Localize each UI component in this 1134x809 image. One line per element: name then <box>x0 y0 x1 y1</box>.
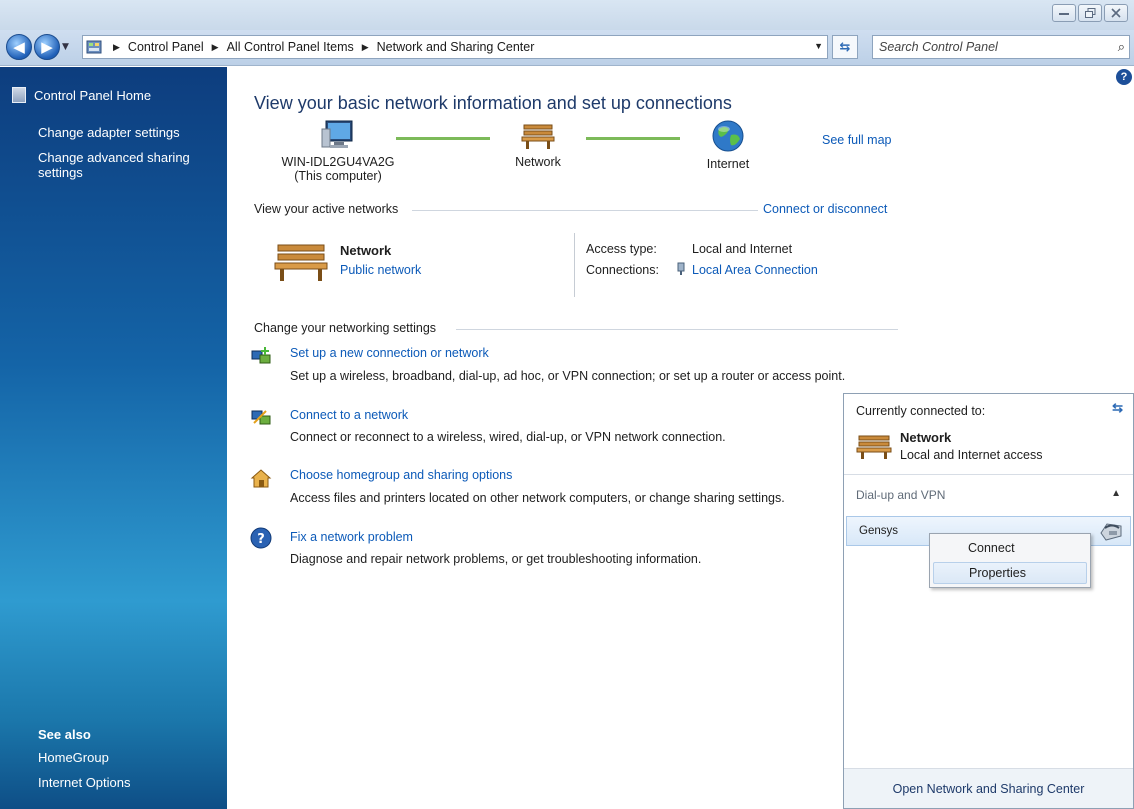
change-adapter-settings-link[interactable]: Change adapter settings <box>38 125 218 140</box>
sidebar: Control Panel Home Change adapter settin… <box>0 67 227 809</box>
back-button[interactable]: ◀ <box>6 34 32 60</box>
flyout-network-status: Local and Internet access <box>900 448 1043 462</box>
svg-text:?: ? <box>257 532 265 547</box>
map-internet-label: Internet <box>706 157 750 171</box>
connections-label: Connections: <box>586 263 659 277</box>
fix-network-problem-desc: Diagnose and repair network problems, or… <box>290 552 702 566</box>
homegroup-link[interactable]: HomeGroup <box>38 750 109 765</box>
access-type-value: Local and Internet <box>692 242 793 256</box>
map-internet: Internet <box>688 119 768 171</box>
address-bar[interactable]: ▶ Control Panel ▶ All Control Panel Item… <box>82 35 828 59</box>
minimize-icon <box>1059 13 1069 15</box>
ethernet-icon <box>677 262 685 275</box>
homegroup-sharing-link[interactable]: Choose homegroup and sharing options <box>290 468 512 482</box>
settings-heading: Change your networking settings <box>254 321 437 335</box>
connect-menu-item[interactable]: Connect <box>933 537 1087 559</box>
computer-icon <box>321 120 353 148</box>
back-arrow-icon: ◀ <box>13 38 25 56</box>
bench-icon <box>521 124 555 149</box>
access-type-label: Access type: <box>586 242 657 256</box>
breadcrumb-separator-icon[interactable]: ▶ <box>113 42 120 53</box>
control-panel-home-link[interactable]: Control Panel Home <box>12 87 151 103</box>
computer-name: WIN-IDL2GU4VA2G <box>281 155 395 169</box>
title-bar <box>0 0 1134 30</box>
map-computer: WIN-IDL2GU4VA2G (This computer) <box>258 119 418 183</box>
connect-to-network-link[interactable]: Connect to a network <box>290 408 408 422</box>
breadcrumb-network-sharing[interactable]: Network and Sharing Center <box>377 40 535 54</box>
refresh-button[interactable]: ⇆ <box>832 35 858 59</box>
see-full-map-link[interactable]: See full map <box>822 133 891 147</box>
fix-network-problem-link[interactable]: Fix a network problem <box>290 530 413 544</box>
window-controls <box>1052 4 1128 22</box>
homegroup-icon <box>250 469 272 488</box>
dialup-vpn-section[interactable]: Dial-up and VPN <box>856 488 945 502</box>
flyout-network-name: Network <box>900 430 952 445</box>
map-link-line <box>586 137 680 140</box>
control-panel-home-icon <box>12 87 26 103</box>
breadcrumb-control-panel[interactable]: Control Panel <box>128 40 204 54</box>
map-network-label: Network <box>515 155 561 169</box>
help-question-icon: ? <box>250 527 272 549</box>
active-networks-heading: View your active networks <box>254 202 399 216</box>
restore-icon <box>1084 8 1095 18</box>
network-type-link[interactable]: Public network <box>340 263 421 277</box>
change-advanced-sharing-link[interactable]: Change advanced sharing settings <box>38 150 218 180</box>
forward-button[interactable]: ▶ <box>34 34 60 60</box>
gensys-connection-name: Gensys <box>859 525 898 537</box>
dialup-modem-icon <box>1100 523 1122 541</box>
active-network-name: Network <box>340 243 392 258</box>
setup-new-connection-desc: Set up a wireless, broadband, dial-up, a… <box>290 369 846 383</box>
flyout-divider <box>844 474 1133 475</box>
search-input[interactable]: Search Control Panel ⌕ <box>872 35 1130 59</box>
context-menu: Connect Properties <box>929 533 1091 588</box>
connect-to-network-desc: Connect or reconnect to a wireless, wire… <box>290 430 726 444</box>
maximize-button[interactable] <box>1078 4 1102 22</box>
flyout-bench-icon <box>856 435 892 459</box>
page-title: View your basic network information and … <box>254 93 732 113</box>
section-divider <box>456 329 898 330</box>
see-also-heading: See also <box>38 727 91 742</box>
flyout-heading: Currently connected to: <box>856 404 986 418</box>
address-dropdown-icon[interactable]: ▼ <box>814 41 823 51</box>
connect-network-icon <box>251 410 271 425</box>
connect-or-disconnect-link[interactable]: Connect or disconnect <box>763 202 887 216</box>
local-area-connection-link[interactable]: Local Area Connection <box>692 263 818 277</box>
breadcrumb-all-items[interactable]: All Control Panel Items <box>227 40 354 54</box>
section-divider <box>412 210 758 211</box>
recent-pages-dropdown[interactable]: ▼ <box>62 42 69 52</box>
control-panel-icon <box>83 36 105 58</box>
chevron-up-icon[interactable]: ▲ <box>1111 488 1121 499</box>
close-icon <box>1111 8 1121 18</box>
refresh-icon: ⇆ <box>839 39 851 55</box>
navigation-bar: ◀ ▶ ▼ ▶ Control Panel ▶ All Control Pane… <box>0 30 1134 66</box>
forward-arrow-icon: ▶ <box>41 38 53 56</box>
flyout-refresh-icon[interactable]: ⇆ <box>1112 400 1123 416</box>
search-placeholder: Search Control Panel <box>879 40 998 54</box>
network-flyout: Currently connected to: ⇆ Network Local … <box>843 393 1134 809</box>
minimize-button[interactable] <box>1052 4 1076 22</box>
globe-icon <box>712 120 744 152</box>
internet-options-link[interactable]: Internet Options <box>38 775 131 790</box>
control-panel-home-label: Control Panel Home <box>34 87 152 103</box>
homegroup-sharing-desc: Access files and printers located on oth… <box>290 491 785 505</box>
close-button[interactable] <box>1104 4 1128 22</box>
open-network-sharing-link[interactable]: Open Network and Sharing Center <box>844 768 1133 808</box>
help-icon[interactable]: ? <box>1116 69 1132 85</box>
breadcrumb-separator-icon[interactable]: ▶ <box>362 42 369 53</box>
map-link-line <box>396 137 490 140</box>
map-network: Network <box>498 119 578 169</box>
properties-menu-item[interactable]: Properties <box>933 562 1087 584</box>
new-connection-icon <box>251 347 271 364</box>
network-info-divider <box>574 233 575 297</box>
network-bench-icon <box>274 244 328 281</box>
computer-sub: (This computer) <box>294 169 382 183</box>
search-icon[interactable]: ⌕ <box>1118 39 1125 55</box>
setup-new-connection-link[interactable]: Set up a new connection or network <box>290 346 489 360</box>
breadcrumb-separator-icon[interactable]: ▶ <box>212 42 219 53</box>
